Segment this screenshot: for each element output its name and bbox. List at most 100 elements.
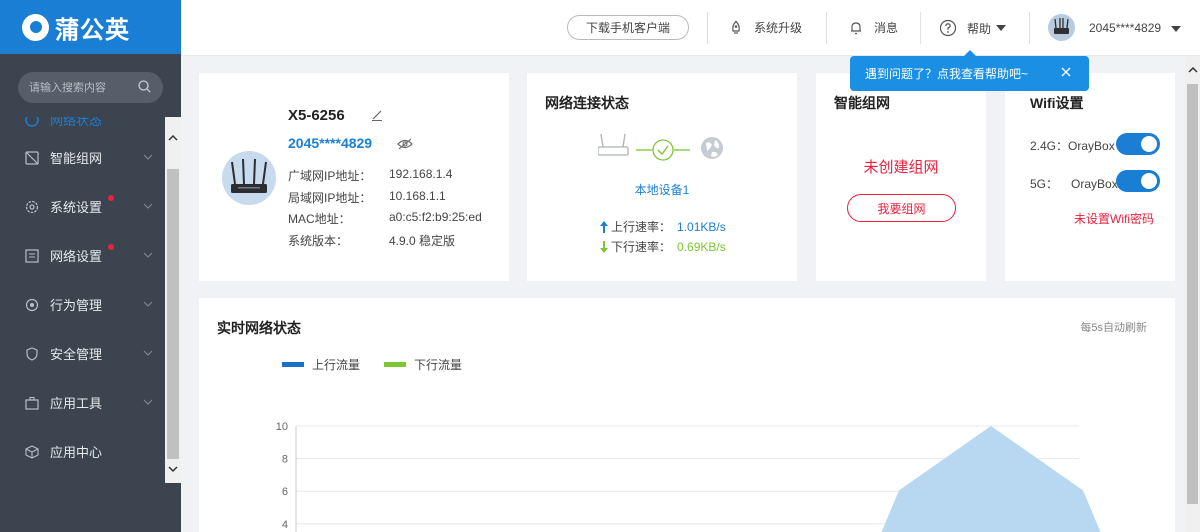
wifi-24g-ssid: OrayBox xyxy=(1068,139,1115,153)
sidebar-item-behavior[interactable]: 行为管理 xyxy=(0,280,165,329)
sidebar-item-network-settings[interactable]: 网络设置 xyxy=(0,231,165,280)
sidebar-nav: 网络状态 智能组网 系统设置 网络设置 行为管理 安全管理 应用工具 应用中心 xyxy=(0,117,165,476)
help-button[interactable]: 帮助 xyxy=(939,19,1007,37)
system-upgrade-button[interactable]: 系统升级 xyxy=(728,19,802,36)
network-status-card: 网络连接状态 本地设备1 上行速率： 1.01KB/s 下行速率： 0.69KB… xyxy=(527,73,797,281)
sidebar-item-network-status[interactable]: 网络状态 xyxy=(0,117,165,133)
realtime-chart-card: 实时网络状态 每5s自动刷新 上行流量 下行流量 10 8 6 4 xyxy=(199,298,1175,532)
download-rate-label: 下行速率： xyxy=(611,240,672,254)
logo[interactable]: 蒲公英 xyxy=(0,0,181,54)
wan-ip-label: 广域网IP地址： xyxy=(288,169,372,183)
top-header: 下载手机客户端 系统升级 消息 帮助 2045****4829 xyxy=(181,0,1200,56)
device-card: X5-6256 2045****4829 广域网IP地址： 192.168.1.4… xyxy=(199,73,509,281)
lan-ip-label: 局域网IP地址： xyxy=(288,191,372,205)
sidebar-item-label: 网络状态 xyxy=(50,117,103,128)
page-scroll-thumb[interactable] xyxy=(1187,84,1198,504)
sidebar-item-security[interactable]: 安全管理 xyxy=(0,329,165,378)
wan-ip-value: 192.168.1.4 xyxy=(389,167,453,181)
local-device-link[interactable]: 本地设备1 xyxy=(527,181,797,198)
group-status: 未创建组网 xyxy=(863,159,939,176)
system-upgrade-label: 系统升级 xyxy=(754,21,803,35)
sidebar-item-label: 应用中心 xyxy=(50,445,103,460)
download-rate-row: 下行速率： 0.69KB/s xyxy=(600,238,726,255)
sidebar-item-label: 网络设置 xyxy=(50,249,103,264)
connection-diagram xyxy=(598,133,723,161)
target-icon xyxy=(24,297,40,313)
notification-dot xyxy=(108,244,114,250)
list-icon xyxy=(24,248,40,264)
router-outline-icon xyxy=(598,133,629,156)
router-avatar-icon xyxy=(1054,18,1069,34)
y-tick-label: 10 xyxy=(276,421,288,433)
caret-down-icon xyxy=(996,25,1007,31)
close-icon[interactable] xyxy=(1061,67,1071,77)
edit-icon[interactable] xyxy=(371,109,383,121)
chevron-down-icon xyxy=(143,301,153,307)
logo-text: 蒲公英 xyxy=(55,16,130,44)
sidebar-item-label: 应用工具 xyxy=(50,396,103,411)
notification-dot xyxy=(108,195,114,201)
caret-down-icon[interactable] xyxy=(1171,25,1181,33)
help-tooltip[interactable]: 遇到问题了？点我查看帮助吧~ xyxy=(850,50,1089,91)
version-value: 4.9.0 稳定版 xyxy=(389,234,456,248)
scroll-up-icon[interactable] xyxy=(1188,66,1198,74)
device-name: X5-6256 xyxy=(288,107,345,124)
upload-rate-row: 上行速率： 1.01KB/s xyxy=(600,218,726,235)
sidebar-item-app-center[interactable]: 应用中心 xyxy=(0,427,165,476)
avatar[interactable] xyxy=(1048,14,1075,41)
arrow-up-icon xyxy=(600,220,608,233)
chevron-down-icon xyxy=(143,350,153,356)
chevron-down-icon xyxy=(143,399,153,405)
network-status-title: 网络连接状态 xyxy=(545,95,629,111)
help-icon xyxy=(939,19,957,37)
traffic-chart: 10 8 6 4 xyxy=(276,421,1101,532)
y-tick-label: 4 xyxy=(282,519,288,531)
messages-label: 消息 xyxy=(874,21,899,35)
router-image xyxy=(222,151,276,205)
mac-row: MAC地址： a0:c5:f2:b9:25:ed xyxy=(288,210,482,227)
sidebar-item-tools[interactable]: 应用工具 xyxy=(0,378,165,427)
sidebar-item-label: 智能组网 xyxy=(50,151,103,166)
network-icon xyxy=(24,150,40,166)
wifi-5g-ssid: OrayBox xyxy=(1071,177,1118,191)
messages-button[interactable]: 消息 xyxy=(848,19,898,36)
toolbox-icon xyxy=(24,395,40,411)
eye-hidden-icon[interactable] xyxy=(397,138,413,150)
arrow-down-icon xyxy=(600,240,608,253)
wifi-5g-label: 5G： xyxy=(1030,177,1059,191)
sidebar-scroll-thumb[interactable] xyxy=(167,169,179,459)
download-client-button[interactable]: 下载手机客户端 xyxy=(567,15,689,40)
sidebar-item-smart-network[interactable]: 智能组网 xyxy=(0,133,165,182)
scroll-up-icon[interactable] xyxy=(165,130,181,146)
wifi-title: Wifi设置 xyxy=(1030,95,1084,111)
status-icon xyxy=(24,117,40,133)
sidebar-item-label: 行为管理 xyxy=(50,298,103,313)
create-group-button[interactable]: 我要组网 xyxy=(847,194,956,222)
gear-icon xyxy=(24,199,40,215)
upload-rate-label: 上行速率： xyxy=(611,220,672,234)
wifi-password-warning[interactable]: 未设置Wifi密码 xyxy=(1074,210,1154,227)
sidebar: 蒲公英 网络状态 智能组网 系统设置 网络设置 行为管理 xyxy=(0,0,181,532)
rocket-icon xyxy=(732,20,740,34)
smart-network-card: 智能组网 未创建组网 我要组网 xyxy=(816,73,986,281)
sidebar-item-system-settings[interactable]: 系统设置 xyxy=(0,182,165,231)
user-name[interactable]: 2045****4829 xyxy=(1089,21,1161,35)
search-icon[interactable] xyxy=(138,80,151,93)
divider xyxy=(1029,12,1030,44)
shield-icon xyxy=(24,346,40,362)
sidebar-item-label: 安全管理 xyxy=(50,347,103,362)
wifi-5g-toggle[interactable] xyxy=(1116,170,1160,192)
y-tick-label: 8 xyxy=(282,454,288,466)
sidebar-item-label: 系统设置 xyxy=(50,200,103,215)
wan-ip-row: 广域网IP地址： 192.168.1.4 xyxy=(288,167,452,184)
device-sn: 2045****4829 xyxy=(288,135,373,151)
wifi-24g-label: 2.4G： xyxy=(1030,139,1069,153)
chevron-down-icon xyxy=(143,154,153,160)
search-input[interactable] xyxy=(29,81,139,94)
lan-ip-value: 10.168.1.1 xyxy=(389,189,446,203)
wifi-24g-toggle[interactable] xyxy=(1116,133,1160,155)
scroll-down-icon[interactable] xyxy=(165,461,181,477)
cube-icon xyxy=(24,444,40,460)
logo-mark-icon xyxy=(22,13,49,41)
upload-rate-value: 1.01KB/s xyxy=(677,219,726,234)
